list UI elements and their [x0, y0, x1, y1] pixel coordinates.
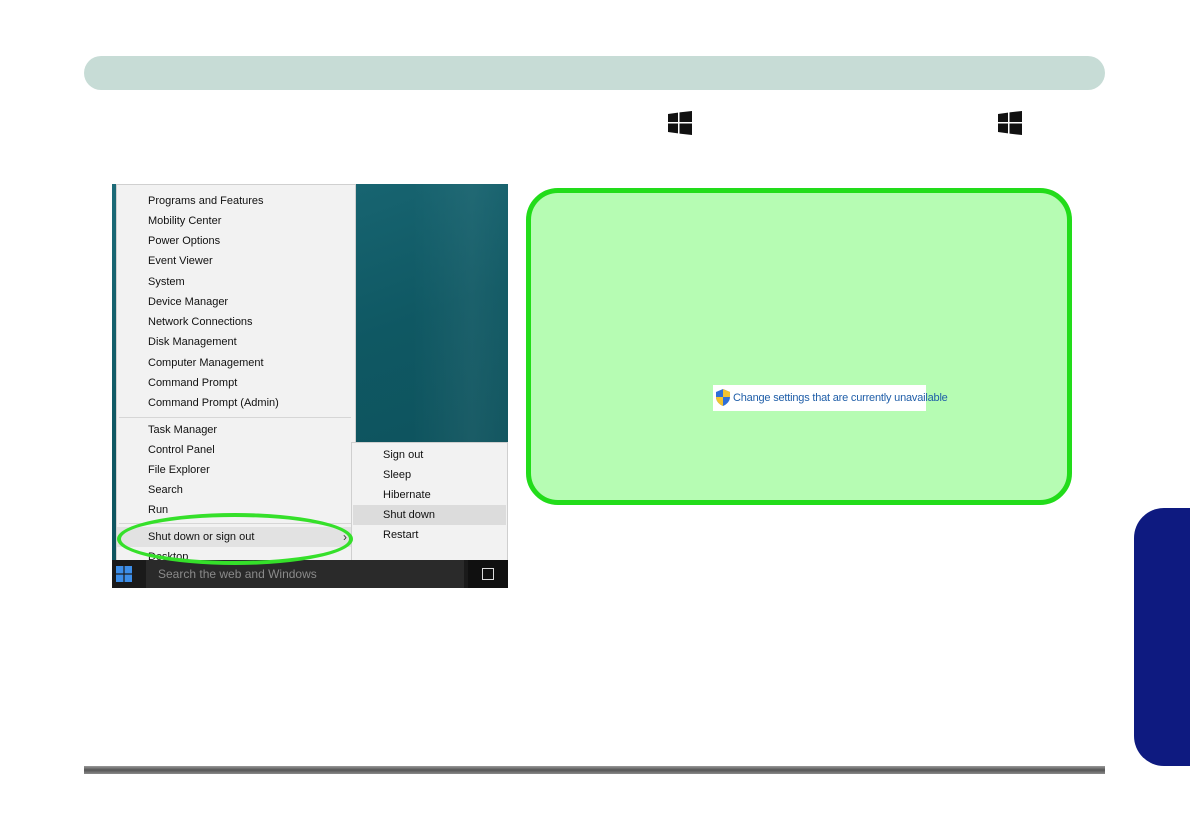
menu-item-command-prompt-admin[interactable]: Command Prompt (Admin) [117, 393, 355, 413]
menu-item-network-connections[interactable]: Network Connections [117, 312, 355, 332]
task-view-button[interactable] [468, 560, 508, 588]
menu-item-device-manager[interactable]: Device Manager [117, 292, 355, 312]
menu-item-power-options[interactable]: Power Options [117, 231, 355, 251]
menu-item-disk-management[interactable]: Disk Management [117, 332, 355, 352]
footer-rule [84, 766, 1105, 774]
task-view-icon [482, 568, 494, 580]
winx-context-menu: Programs and Features Mobility Center Po… [116, 184, 356, 564]
menu-item-control-panel[interactable]: Control Panel [117, 440, 355, 460]
green-note-box: Change settings that are currently unava… [526, 188, 1072, 505]
menu-item-command-prompt[interactable]: Command Prompt [117, 373, 355, 393]
submenu-item-sign-out[interactable]: Sign out [353, 445, 506, 465]
menu-item-programs-and-features[interactable]: Programs and Features [117, 191, 355, 211]
highlight-ellipse [117, 513, 353, 565]
submenu-item-sleep[interactable]: Sleep [353, 465, 506, 485]
page-header-bar [84, 56, 1105, 90]
menu-item-event-viewer[interactable]: Event Viewer [117, 251, 355, 271]
uac-shield-icon [716, 389, 730, 406]
menu-item-computer-management[interactable]: Computer Management [117, 353, 355, 373]
menu-separator [119, 417, 351, 418]
windows-logo-icon [998, 111, 1022, 135]
menu-item-task-manager[interactable]: Task Manager [117, 420, 355, 440]
change-settings-label: Change settings that are currently unava… [733, 392, 948, 404]
menu-item-system[interactable]: System [117, 272, 355, 292]
start-button-icon[interactable] [116, 566, 132, 582]
menu-item-search[interactable]: Search [117, 480, 355, 500]
menu-item-file-explorer[interactable]: File Explorer [117, 460, 355, 480]
taskbar: Search the web and Windows [112, 560, 508, 588]
menu-item-mobility-center[interactable]: Mobility Center [117, 211, 355, 231]
taskbar-search-input[interactable]: Search the web and Windows [146, 560, 464, 588]
submenu-item-hibernate[interactable]: Hibernate [353, 485, 506, 505]
side-tab [1134, 508, 1190, 766]
windows-logo-icon [668, 111, 692, 135]
change-settings-link[interactable]: Change settings that are currently unava… [713, 385, 948, 411]
submenu-item-shut-down[interactable]: Shut down [353, 505, 506, 525]
submenu-item-restart[interactable]: Restart [353, 525, 506, 545]
shutdown-submenu: Sign out Sleep Hibernate Shut down Resta… [351, 442, 508, 570]
